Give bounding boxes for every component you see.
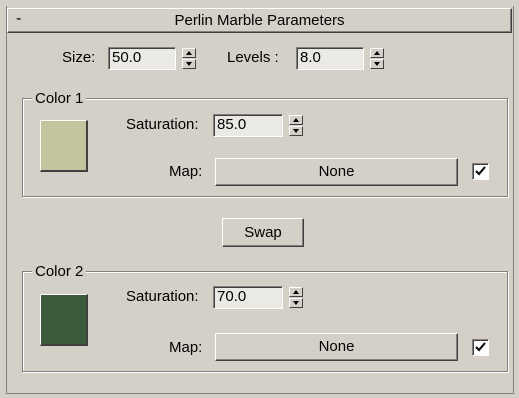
color-2-group-label: Color 2	[32, 263, 87, 280]
size-field[interactable]: 50.0	[108, 47, 176, 70]
spinner-down-arrow-icon[interactable]	[182, 59, 196, 69]
color-1-saturation-field[interactable]: 85.0	[213, 114, 283, 137]
color-1-saturation-label: Saturation:	[126, 116, 199, 133]
swap-button[interactable]: Swap	[222, 218, 304, 247]
color-1-group-label: Color 1	[32, 90, 87, 107]
rollout-title: Perlin Marble Parameters	[174, 12, 345, 29]
color-2-saturation-label: Saturation:	[126, 288, 199, 305]
spinner-up-arrow-icon[interactable]	[370, 48, 384, 58]
color-1-map-button[interactable]: None	[215, 158, 458, 186]
checkmark-icon	[475, 342, 486, 352]
color-2-saturation-spinner[interactable]	[289, 287, 303, 308]
checkmark-icon	[475, 166, 486, 176]
color-2-swatch[interactable]	[40, 294, 88, 346]
spinner-down-arrow-icon[interactable]	[289, 126, 303, 136]
levels-spinner[interactable]	[370, 48, 384, 69]
spinner-down-arrow-icon[interactable]	[370, 59, 384, 69]
color-1-swatch[interactable]	[40, 120, 88, 172]
spinner-up-arrow-icon[interactable]	[289, 287, 303, 297]
color-2-map-label: Map:	[169, 339, 203, 356]
color-1-map-label: Map:	[169, 163, 203, 180]
size-spinner[interactable]	[182, 48, 196, 69]
color-1-map-checkbox[interactable]	[472, 163, 489, 180]
rollout-header[interactable]: - Perlin Marble Parameters	[7, 8, 512, 33]
color-2-saturation-field[interactable]: 70.0	[213, 286, 283, 309]
size-label: Size:	[62, 49, 96, 66]
color-1-saturation-spinner[interactable]	[289, 115, 303, 136]
color-2-map-checkbox[interactable]	[472, 339, 489, 356]
spinner-down-arrow-icon[interactable]	[289, 298, 303, 308]
levels-field[interactable]: 8.0	[296, 47, 364, 70]
levels-label: Levels :	[227, 49, 279, 66]
spinner-up-arrow-icon[interactable]	[289, 115, 303, 125]
spinner-up-arrow-icon[interactable]	[182, 48, 196, 58]
color-2-map-button[interactable]: None	[215, 333, 458, 361]
